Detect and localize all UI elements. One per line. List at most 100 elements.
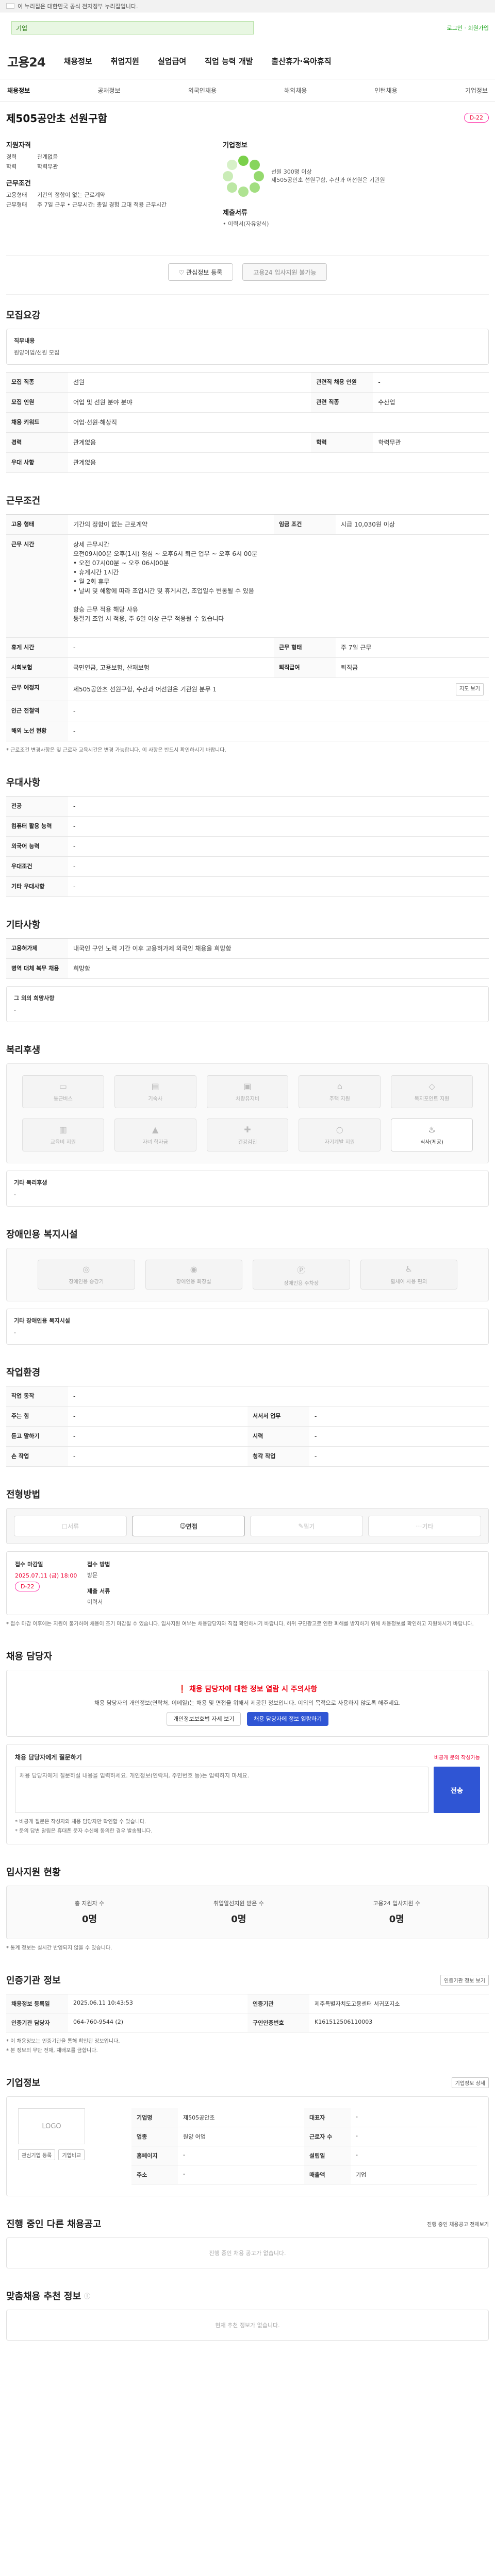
table-cell: 064-760-9544 (2) — [68, 2013, 248, 2032]
top-links[interactable]: 로그인 · 회원가입 — [447, 24, 489, 32]
org-info-button[interactable]: 인증기관 정보 보기 — [440, 1974, 489, 1986]
stats-box: 총 지원자 수 0명 취업알선지원 받은 수 0명 고용24 입사지원 수 0명 — [6, 1886, 489, 1939]
table-cell: - — [68, 1386, 489, 1406]
preference-table: 전공 - 컴퓨터 활용 능력 - 외국어 능력 - 우대조건 - 기타 우대사항 - — [6, 796, 489, 897]
process-step: ⋯ 기타 — [368, 1516, 481, 1536]
subnav-item[interactable]: 기업정보 — [465, 86, 488, 95]
search-input[interactable]: 기업 — [11, 21, 254, 35]
question-input[interactable] — [15, 1767, 428, 1813]
table-header-cell: 경력 — [6, 432, 68, 453]
apply-button[interactable]: 고용24 입사지원 불가능 — [242, 263, 327, 281]
method-label: 접수 방법 — [87, 1561, 110, 1568]
welfare-item: ○ 자기계발 지원 — [299, 1118, 381, 1151]
table-cell: K161512506110003 — [309, 2013, 489, 2032]
stat-value: 0명 — [81, 1914, 97, 1925]
job-desc-label: 직무내용 — [14, 337, 35, 344]
table-cell: 제주특별자치도고용센터 서귀포지소 — [309, 1994, 489, 2013]
table-cell: - — [68, 836, 489, 857]
table-header-cell: 관련직 채용 인원 — [311, 372, 373, 393]
car-icon: ▣ — [243, 1081, 252, 1091]
section-title: 진행 중인 다른 채용공고 — [6, 2219, 102, 2230]
welfare-label: 건강검진 — [238, 1140, 257, 1145]
facility-extra-value: - — [14, 1329, 16, 1336]
privacy-law-button[interactable]: 개인정보보호법 자세 보기 — [166, 1712, 241, 1726]
other-jobs-link[interactable]: 진행 중인 채용공고 전체보기 — [427, 2220, 489, 2228]
question-box: 채용 담당자에게 질문하기 비공개 문의 작성가능 전송 * 비공개 질문은 작성… — [6, 1744, 489, 1844]
parking-icon: Ⓟ — [297, 1265, 306, 1275]
welfare-label: 복지포인트 지원 — [414, 1096, 450, 1102]
table-row: 주는 힘 - 서서서 업무 - — [6, 1406, 489, 1427]
subnav-item[interactable]: 공채정보 — [97, 86, 120, 95]
section-title: 우대사항 — [6, 777, 41, 788]
table-header-cell: 시력 — [248, 1426, 309, 1447]
table-cell: - — [68, 637, 274, 658]
gnb-item[interactable]: 취업지원 — [111, 56, 139, 66]
contact-section: 채용 담당자 ❗ 채용 담당자에 대한 정보 열람 시 주의사항 채용 담당자의… — [6, 1636, 489, 1852]
table-row: 해외 노선 현황 - — [6, 721, 489, 741]
misc-value: - — [14, 1007, 16, 1013]
company-detail-button[interactable]: 기업정보 상세 — [451, 2077, 489, 2088]
section-title: 장애인용 복지시설 — [6, 1229, 78, 1240]
top-bar: 기업 로그인 · 회원가입 — [0, 12, 495, 43]
table-row: 컴퓨터 활용 능력 - — [6, 816, 489, 837]
table-row: 외국어 능력 - — [6, 836, 489, 857]
table-header-cell: 업종 — [131, 2127, 178, 2146]
site-logo[interactable]: 고용24 — [7, 52, 46, 70]
summary-label: 근무조건 — [6, 180, 31, 188]
other-jobs-empty: 진행 중인 채용 공고가 없습니다. — [6, 2238, 489, 2268]
company-section: 기업정보 기업정보 상세 LOGO 관심기업 등록 기업비교 기업명 제505공안초… — [6, 2062, 489, 2204]
table-cell: - — [68, 1406, 248, 1427]
stat-value: 0명 — [389, 1914, 404, 1925]
favorite-button[interactable]: ♡ 관심정보 등록 — [168, 263, 234, 281]
section-title: 복리후생 — [6, 1045, 41, 1056]
book-icon: ▥ — [59, 1125, 67, 1134]
table-header-cell: 인증기관 — [248, 1994, 309, 2013]
health-icon: ✚ — [244, 1125, 251, 1134]
step-label: 서류 — [68, 1522, 79, 1530]
table-cell: - — [351, 2108, 477, 2127]
kv-key: 경력 — [6, 154, 17, 160]
gnb-item[interactable]: 출산휴가·육아휴직 — [271, 56, 331, 66]
table-cell: - — [309, 1446, 489, 1467]
recruit-table: 모집 직종 선원 관련직 채용 인원 - 모집 인원 어업 및 선원 분야 분야 관련 직… — [6, 372, 489, 473]
recommend-empty: 현재 추천 정보가 없습니다. — [6, 2310, 489, 2341]
question-send-button[interactable]: 전송 — [434, 1767, 480, 1813]
favorite-label: 관심정보 등록 — [186, 269, 223, 276]
table-row: 모집 직종 선원 관련직 채용 인원 - — [6, 372, 489, 393]
work-footnote: * 근로조건 변경사항은 및 근로자 교육시간은 변경 가능합니다. 이 사항은… — [6, 748, 226, 753]
table-cell: 시급 10,030원 이상 — [336, 514, 489, 535]
gnb-item[interactable]: 직업 능력 개발 — [205, 56, 253, 66]
company-info: 기업명 제505공안초 대표자 - 업종 원양 어업 근로자 수- 홈페이지 - 설립일 - 주… — [131, 2108, 477, 2184]
subnav-item[interactable]: 인턴채용 — [374, 86, 397, 95]
gov-banner: 이 누리집은 대한민국 공식 전자정부 누리집입니다. — [0, 0, 495, 12]
summary-label: 기업정보 — [223, 142, 248, 149]
table-cell: - — [68, 1426, 248, 1447]
map-button[interactable]: 지도 보기 — [456, 683, 484, 696]
welfare-item: ▥ 교육비 지원 — [22, 1118, 104, 1151]
subnav-item[interactable]: 외국인채용 — [188, 86, 217, 95]
table-header-cell: 인근 전철역 — [6, 701, 68, 721]
view-contact-button[interactable]: 채용 담당자에 정보 열람하기 — [247, 1712, 329, 1726]
table-row: 듣고 말하기 - 시력 - — [6, 1426, 489, 1447]
table-header-cell: 컴퓨터 활용 능력 — [6, 816, 68, 837]
info-icon: ⓘ — [84, 2292, 91, 2300]
welfare-label: 교육비 지원 — [50, 1140, 76, 1145]
section-title: 모집요강 — [6, 310, 41, 321]
table-row: 근무 예정지 제505공안초 선원구함, 수산과 어선원은 기관원 분무 1 지도 … — [6, 677, 489, 701]
question-footnote: * 문의 답변 알림은 휴대폰 문자 수신에 동의한 경우 발송됩니다. — [15, 1828, 153, 1834]
job-desc-value: 원양어업/선원 모집 — [14, 349, 60, 356]
subnav-item[interactable]: 채용정보 — [7, 86, 30, 95]
company-favorite-button[interactable]: 관심기업 등록 — [18, 2149, 56, 2160]
gnb-item[interactable]: 채용정보 — [64, 56, 92, 66]
global-header: 고용24 채용정보 취업지원 실업급여 직업 능력 개발 출산휴가·육아휴직 — [0, 43, 495, 79]
section-title: 맞춤채용 추천 정보 — [6, 2291, 81, 2302]
table-header-cell: 주는 힘 — [6, 1406, 68, 1427]
company-compare-button[interactable]: 기업비교 — [58, 2149, 85, 2160]
table-cell: 어업·선원·해상직 — [68, 412, 489, 433]
table-header-cell: 근무 형태 — [274, 637, 336, 658]
subnav-item[interactable]: 해외채용 — [284, 86, 307, 95]
table-cell: 학력무관 — [373, 432, 489, 453]
gnb-item[interactable]: 실업급여 — [158, 56, 186, 66]
section-title: 전형방법 — [6, 1489, 41, 1500]
section-title: 인증기관 정보 — [6, 1975, 61, 1986]
